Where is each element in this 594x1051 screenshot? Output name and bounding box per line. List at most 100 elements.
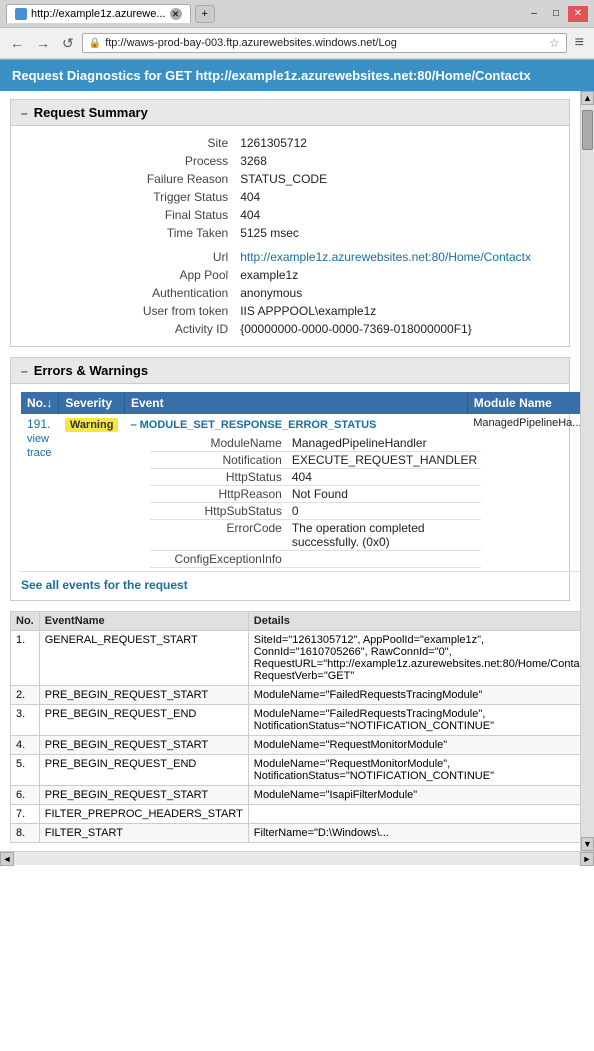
events-col-details: Details: [248, 612, 580, 631]
view-trace-link[interactable]: view trace: [27, 433, 51, 459]
table-row: Failure Reason STATUS_CODE: [21, 170, 559, 188]
event-no: 5.: [11, 755, 40, 786]
errors-warnings-content: No.↓ Severity Event Module Name 191. vie…: [11, 384, 569, 600]
http-reason-value: Not Found: [288, 486, 481, 503]
see-all-events-link[interactable]: See all events for the request: [21, 578, 559, 592]
table-row: 5. PRE_BEGIN_REQUEST_END ModuleName="Req…: [11, 755, 581, 786]
forward-button[interactable]: →: [32, 33, 54, 53]
nav-bar: ← → ↺ 🔒 ftp://waws-prod-bay-003.ftp.azur…: [0, 28, 594, 59]
event-details: ModuleName="RequestMonitorModule", Notif…: [248, 755, 580, 786]
collapse-icon[interactable]: –: [21, 106, 28, 120]
sub-detail-row: Notification EXECUTE_REQUEST_HANDLER: [150, 452, 481, 469]
scroll-right-button[interactable]: ►: [580, 852, 594, 866]
event-name: PRE_BEGIN_REQUEST_END: [39, 705, 248, 736]
address-text: ftp://waws-prod-bay-003.ftp.azurewebsite…: [105, 37, 397, 49]
errors-warnings-title: Errors & Warnings: [34, 363, 148, 378]
events-table: No. EventName Details Time 1. GENERAL_RE…: [10, 611, 580, 843]
sub-detail-row: HttpSubStatus 0: [150, 503, 481, 520]
table-row: Url http://example1z.azurewebsites.net:8…: [21, 248, 559, 266]
notification-value: EXECUTE_REQUEST_HANDLER: [288, 452, 481, 469]
sub-detail-row: HttpStatus 404: [150, 469, 481, 486]
event-name-link[interactable]: – MODULE_SET_RESPONSE_ERROR_STATUS: [130, 419, 376, 431]
process-value: 3268: [236, 152, 559, 170]
errors-warnings-section: – Errors & Warnings No.↓ Severity Event …: [10, 357, 570, 601]
sub-detail-row: HttpReason Not Found: [150, 486, 481, 503]
module-name-label: ModuleName: [150, 435, 287, 452]
col-module: Module Name: [467, 392, 580, 414]
user-token-label: User from token: [21, 302, 236, 320]
horizontal-scrollbar[interactable]: ◄ ►: [0, 851, 594, 865]
site-value: 1261305712: [236, 134, 559, 152]
http-status-label: HttpStatus: [150, 469, 287, 486]
active-tab[interactable]: http://example1z.azurewe... ✕: [6, 4, 191, 23]
notification-label: Notification: [150, 452, 287, 469]
final-status-label: Final Status: [21, 206, 236, 224]
address-bar[interactable]: 🔒 ftp://waws-prod-bay-003.ftp.azurewebsi…: [82, 33, 567, 53]
auth-label: Authentication: [21, 284, 236, 302]
maximize-button[interactable]: □: [546, 6, 566, 22]
table-row: Activity ID {00000000-0000-0000-7369-018…: [21, 320, 559, 338]
back-button[interactable]: ←: [6, 33, 28, 53]
config-exception-value: [288, 551, 481, 568]
scroll-thumb[interactable]: [582, 110, 593, 150]
error-code-value: The operation completed successfully. (0…: [288, 520, 481, 551]
http-substatus-label: HttpSubStatus: [150, 503, 287, 520]
time-taken-label: Time Taken: [21, 224, 236, 242]
table-row: 7. FILTER_PREPROC_HEADERS_START 21:05:24…: [11, 805, 581, 824]
window-controls: – □ ✕: [524, 6, 588, 22]
browser-chrome: http://example1z.azurewe... ✕ + – □ ✕ ← …: [0, 0, 594, 60]
activity-id-value: {00000000-0000-0000-7369-018000000F1}: [236, 320, 559, 338]
star-icon[interactable]: ☆: [549, 36, 560, 50]
module-name-col: ManagedPipelineHa...: [467, 414, 580, 572]
event-details: [248, 805, 580, 824]
page-header: Request Diagnostics for GET http://examp…: [0, 60, 594, 91]
h-scroll-track: [14, 852, 580, 865]
event-name: PRE_BEGIN_REQUEST_START: [39, 686, 248, 705]
http-substatus-value: 0: [288, 503, 481, 520]
config-exception-label: ConfigExceptionInfo: [150, 551, 287, 568]
vertical-scrollbar[interactable]: ▲ ▼: [580, 91, 594, 851]
table-row: Process 3268: [21, 152, 559, 170]
scroll-track: [581, 105, 594, 837]
table-row: App Pool example1z: [21, 266, 559, 284]
url-value: http://example1z.azurewebsites.net:80/Ho…: [236, 248, 559, 266]
scroll-down-button[interactable]: ▼: [581, 837, 594, 851]
event-name: PRE_BEGIN_REQUEST_END: [39, 755, 248, 786]
event-details: ModuleName="RequestMonitorModule": [248, 736, 580, 755]
table-row: Site 1261305712: [21, 134, 559, 152]
scroll-left-button[interactable]: ◄: [0, 852, 14, 866]
table-row: 1. GENERAL_REQUEST_START SiteId="1261305…: [11, 631, 581, 686]
url-link[interactable]: http://example1z.azurewebsites.net:80/Ho…: [240, 250, 531, 264]
activity-id-label: Activity ID: [21, 320, 236, 338]
site-label: Site: [21, 134, 236, 152]
new-tab-button[interactable]: +: [195, 5, 215, 23]
main-content: – Request Summary Site 1261305712 Proces…: [0, 91, 580, 851]
failure-reason-label: Failure Reason: [21, 170, 236, 188]
table-row: Trigger Status 404: [21, 188, 559, 206]
scroll-up-button[interactable]: ▲: [581, 91, 594, 105]
close-button[interactable]: ✕: [568, 6, 588, 22]
process-label: Process: [21, 152, 236, 170]
table-row: 4. PRE_BEGIN_REQUEST_START ModuleName="R…: [11, 736, 581, 755]
app-pool-label: App Pool: [21, 266, 236, 284]
table-row: 8. FILTER_START FilterName="D:\Windows\.…: [11, 824, 581, 843]
minimize-button[interactable]: –: [524, 6, 544, 22]
refresh-button[interactable]: ↺: [58, 33, 78, 54]
event-name: GENERAL_REQUEST_START: [39, 631, 248, 686]
errors-warnings-header: – Errors & Warnings: [11, 358, 569, 384]
table-row: Final Status 404: [21, 206, 559, 224]
warning-badge: Warning: [65, 418, 119, 432]
menu-button[interactable]: ≡: [571, 32, 588, 54]
tab-close-button[interactable]: ✕: [170, 8, 182, 20]
lock-icon: 🔒: [89, 38, 101, 49]
url-label: Url: [21, 248, 236, 266]
ew-collapse-icon[interactable]: –: [21, 364, 28, 378]
http-reason-label: HttpReason: [150, 486, 287, 503]
events-col-no: No.: [11, 612, 40, 631]
event-name: PRE_BEGIN_REQUEST_START: [39, 736, 248, 755]
sub-detail-row: ModuleName ManagedPipelineHandler: [150, 435, 481, 452]
table-row: Time Taken 5125 msec: [21, 224, 559, 242]
severity-cell: Warning: [59, 414, 125, 572]
col-no: No.↓: [21, 392, 59, 414]
event-details: FilterName="D:\Windows\...: [248, 824, 580, 843]
